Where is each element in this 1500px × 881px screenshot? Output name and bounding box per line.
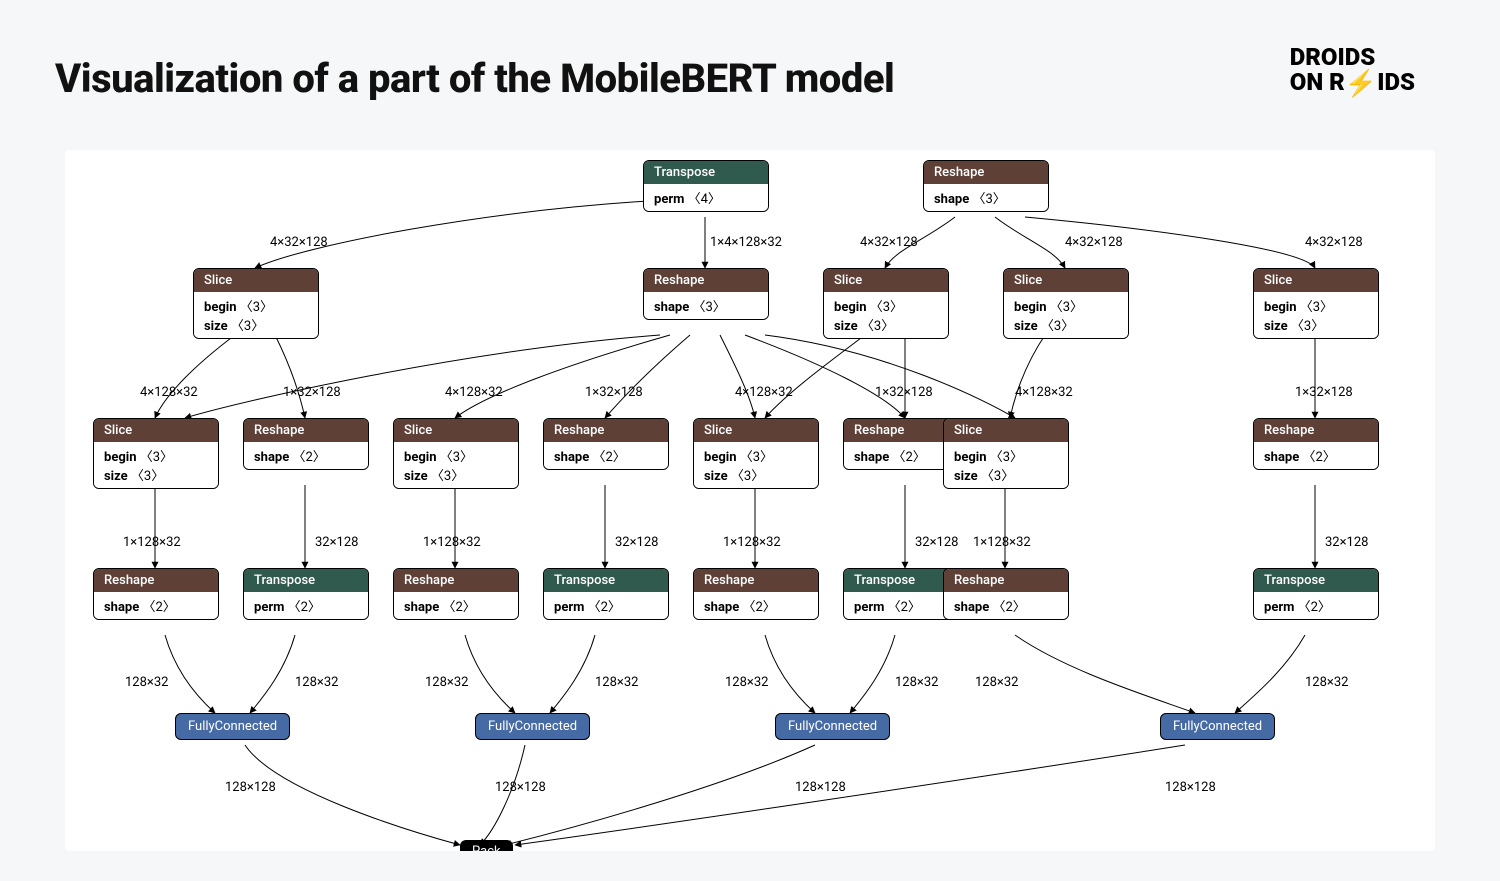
edge-label: 4×128×32	[735, 385, 793, 400]
edge-label: 4×128×32	[140, 385, 198, 400]
edge-label: 1×128×32	[973, 535, 1031, 550]
node-slice: Slice begin 〈3〉size 〈3〉	[93, 418, 219, 489]
edge-label: 128×32	[725, 675, 768, 690]
edge-label: 128×32	[975, 675, 1018, 690]
node-reshape: Reshape shape 〈3〉	[923, 160, 1049, 212]
node-slice: Slice begin 〈3〉size 〈3〉	[1253, 268, 1379, 339]
node-reshape: Reshape shape 〈2〉	[243, 418, 369, 470]
edge-label: 32×128	[915, 535, 958, 550]
edge-label: 1×32×128	[875, 385, 933, 400]
node-reshape: Reshape shape 〈3〉	[643, 268, 769, 320]
edge-label: 1×128×32	[723, 535, 781, 550]
edge-label: 1×128×32	[423, 535, 481, 550]
edge-label: 128×128	[795, 780, 846, 795]
node-slice: Slice begin 〈3〉size 〈3〉	[823, 268, 949, 339]
node-slice: Slice begin 〈3〉size 〈3〉	[1003, 268, 1129, 339]
edge-label: 128×128	[1165, 780, 1216, 795]
node-reshape: Reshape shape 〈2〉	[1253, 418, 1379, 470]
node-fullyconnected: FullyConnected	[775, 713, 890, 740]
node-slice: Slice begin 〈3〉size 〈3〉	[393, 418, 519, 489]
node-pack: Pack	[460, 840, 513, 851]
edge-label: 1×32×128	[283, 385, 341, 400]
edge-label: 128×32	[125, 675, 168, 690]
edge-label: 128×32	[1305, 675, 1348, 690]
edge-label: 4×32×128	[860, 235, 918, 250]
edge-label: 128×32	[425, 675, 468, 690]
edge-label: 32×128	[1325, 535, 1368, 550]
edge-label: 4×128×32	[1015, 385, 1073, 400]
node-slice: Slice begin 〈3〉size 〈3〉	[193, 268, 319, 339]
node-fullyconnected: FullyConnected	[175, 713, 290, 740]
node-reshape: Reshape shape 〈2〉	[943, 568, 1069, 620]
node-fullyconnected: FullyConnected	[1160, 713, 1275, 740]
edge-label: 4×32×128	[270, 235, 328, 250]
node-reshape: Reshape shape 〈2〉	[393, 568, 519, 620]
node-slice: Slice begin 〈3〉size 〈3〉	[943, 418, 1069, 489]
node-slice: Slice begin 〈3〉size 〈3〉	[693, 418, 819, 489]
edge-label: 4×32×128	[1065, 235, 1123, 250]
node-fullyconnected: FullyConnected	[475, 713, 590, 740]
edge-label: 1×128×32	[123, 535, 181, 550]
edge-label: 32×128	[615, 535, 658, 550]
edge-label: 32×128	[315, 535, 358, 550]
edge-label: 1×32×128	[585, 385, 643, 400]
edge-label: 1×4×128×32	[710, 235, 782, 250]
node-reshape: Reshape shape 〈2〉	[693, 568, 819, 620]
node-transpose: Transpose perm 〈2〉	[543, 568, 669, 620]
node-transpose: Transpose perm 〈2〉	[243, 568, 369, 620]
node-transpose: Transpose perm 〈2〉	[1253, 568, 1379, 620]
edge-label: 1×32×128	[1295, 385, 1353, 400]
node-transpose: Transpose perm 〈4〉	[643, 160, 769, 212]
edge-label: 128×32	[595, 675, 638, 690]
edges-svg	[65, 150, 1435, 851]
edge-label: 128×128	[225, 780, 276, 795]
edge-label: 4×128×32	[445, 385, 503, 400]
node-reshape: Reshape shape 〈2〉	[93, 568, 219, 620]
brand-logo: DROIDS ON R⚡IDS	[1290, 45, 1415, 95]
node-reshape: Reshape shape 〈2〉	[543, 418, 669, 470]
edge-label: 128×128	[495, 780, 546, 795]
edge-label: 4×32×128	[1305, 235, 1363, 250]
diagram-canvas: Transpose perm 〈4〉 Reshape shape 〈3〉 Sli…	[65, 150, 1435, 851]
page-title: Visualization of a part of the MobileBER…	[55, 55, 894, 102]
edge-label: 128×32	[895, 675, 938, 690]
edge-label: 128×32	[295, 675, 338, 690]
